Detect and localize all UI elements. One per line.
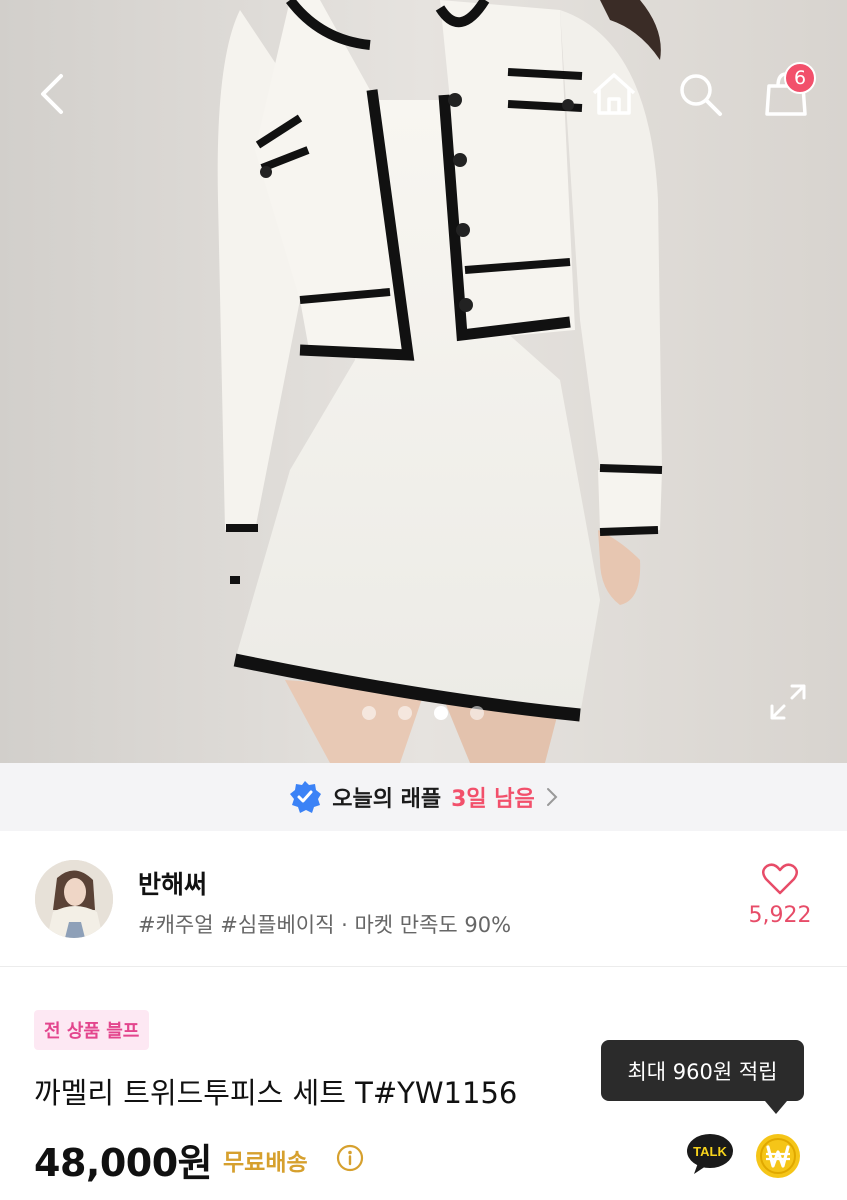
search-button[interactable] [668,62,732,126]
chevron-left-icon [41,74,63,114]
gallery-pagination[interactable] [362,706,484,720]
back-button[interactable] [20,62,84,126]
product-image-gallery[interactable]: 6 [0,0,847,763]
won-coin-icon [756,1134,800,1178]
search-icon [680,74,722,116]
heart-icon [762,863,798,895]
talk-label: TALK [693,1144,727,1159]
shop-info: 반해써 #캐주얼 #심플베이직 · 마켓 만족도 90% 5,922 [0,831,847,967]
like-button[interactable]: 5,922 [740,863,820,928]
points-coin-button[interactable] [755,1133,801,1179]
shop-name[interactable]: 반해써 [138,865,207,901]
home-icon [592,73,636,115]
gallery-dot[interactable] [398,706,412,720]
talk-icon: TALK [687,1134,733,1174]
chevron-right-icon [546,788,558,806]
cart-count-badge: 6 [784,62,816,94]
points-tooltip: 최대 960원 적립 [601,1040,804,1114]
expand-icon [770,684,806,720]
info-icon[interactable] [336,1144,364,1172]
raffle-banner[interactable]: 오늘의 래플 3일 남음 [0,763,847,831]
cart-button[interactable]: 6 [754,62,818,126]
product-price: 48,000원 [34,1141,213,1185]
shop-avatar[interactable] [35,860,113,938]
raffle-label: 오늘의 래플 [332,787,442,812]
home-button[interactable] [582,62,646,126]
gallery-dot[interactable] [470,706,484,720]
like-count: 5,922 [748,903,812,928]
gallery-dot-active[interactable] [434,706,448,720]
product-title: 까멜리 트위드투피스 세트 T#YW1156 [34,1076,518,1110]
gallery-dot[interactable] [362,706,376,720]
shop-tags: #캐주얼 #심플베이직 · 마켓 만족도 90% [138,913,512,937]
verified-badge-icon [290,781,322,813]
raffle-remaining: 3일 남음 [451,787,535,812]
kakao-talk-button[interactable]: TALK [686,1133,734,1175]
free-shipping-label: 무료배송 [223,1150,308,1176]
promotion-badge: 전 상품 블프 [34,1010,150,1050]
expand-image-button[interactable] [762,676,814,728]
